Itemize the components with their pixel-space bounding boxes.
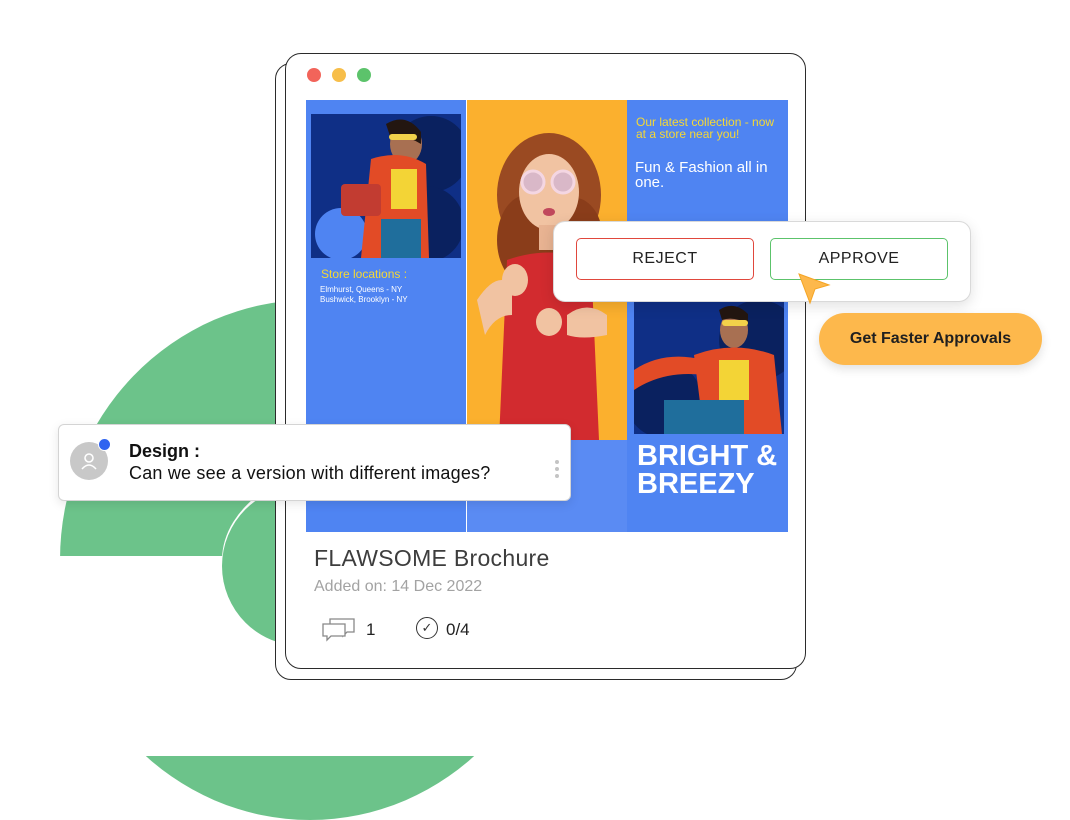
- window-minimize-button[interactable]: [332, 68, 346, 82]
- promo-tagline: Our latest collection - now at a store n…: [636, 115, 775, 141]
- cursor-arrow-icon: [797, 272, 831, 311]
- promo-subtitle: Fun & Fashion all in one.: [635, 159, 768, 191]
- chat-bubbles-icon[interactable]: [321, 616, 357, 647]
- online-status-dot: [98, 438, 111, 451]
- reject-button[interactable]: REJECT: [576, 238, 754, 280]
- tasks-count: 0/4: [446, 620, 470, 639]
- card-title[interactable]: FLAWSOME Brochure: [314, 545, 550, 572]
- comment-text: Can we see a version with different imag…: [129, 463, 491, 483]
- window-close-button[interactable]: [307, 68, 321, 82]
- drag-handle-icon[interactable]: [555, 460, 561, 478]
- brochure-photo-left: [311, 114, 461, 258]
- card-date: Added on: 14 Dec 2022: [314, 578, 483, 595]
- store-location-line: Elmhurst, Queens - NY: [320, 285, 403, 294]
- comments-count: 1: [366, 620, 376, 639]
- store-locations-title: Store locations :: [321, 267, 408, 281]
- faster-approvals-callout: Get Faster Approvals: [819, 313, 1042, 365]
- brochure-photo-right: [634, 300, 784, 434]
- comment-author: Design :: [129, 441, 201, 461]
- store-location-line: Bushwick, Brooklyn - NY: [320, 295, 408, 304]
- check-circle-icon[interactable]: ✓: [416, 617, 438, 639]
- brochure-headline: BRIGHT & BREEZY: [637, 440, 778, 500]
- window-maximize-button[interactable]: [357, 68, 371, 82]
